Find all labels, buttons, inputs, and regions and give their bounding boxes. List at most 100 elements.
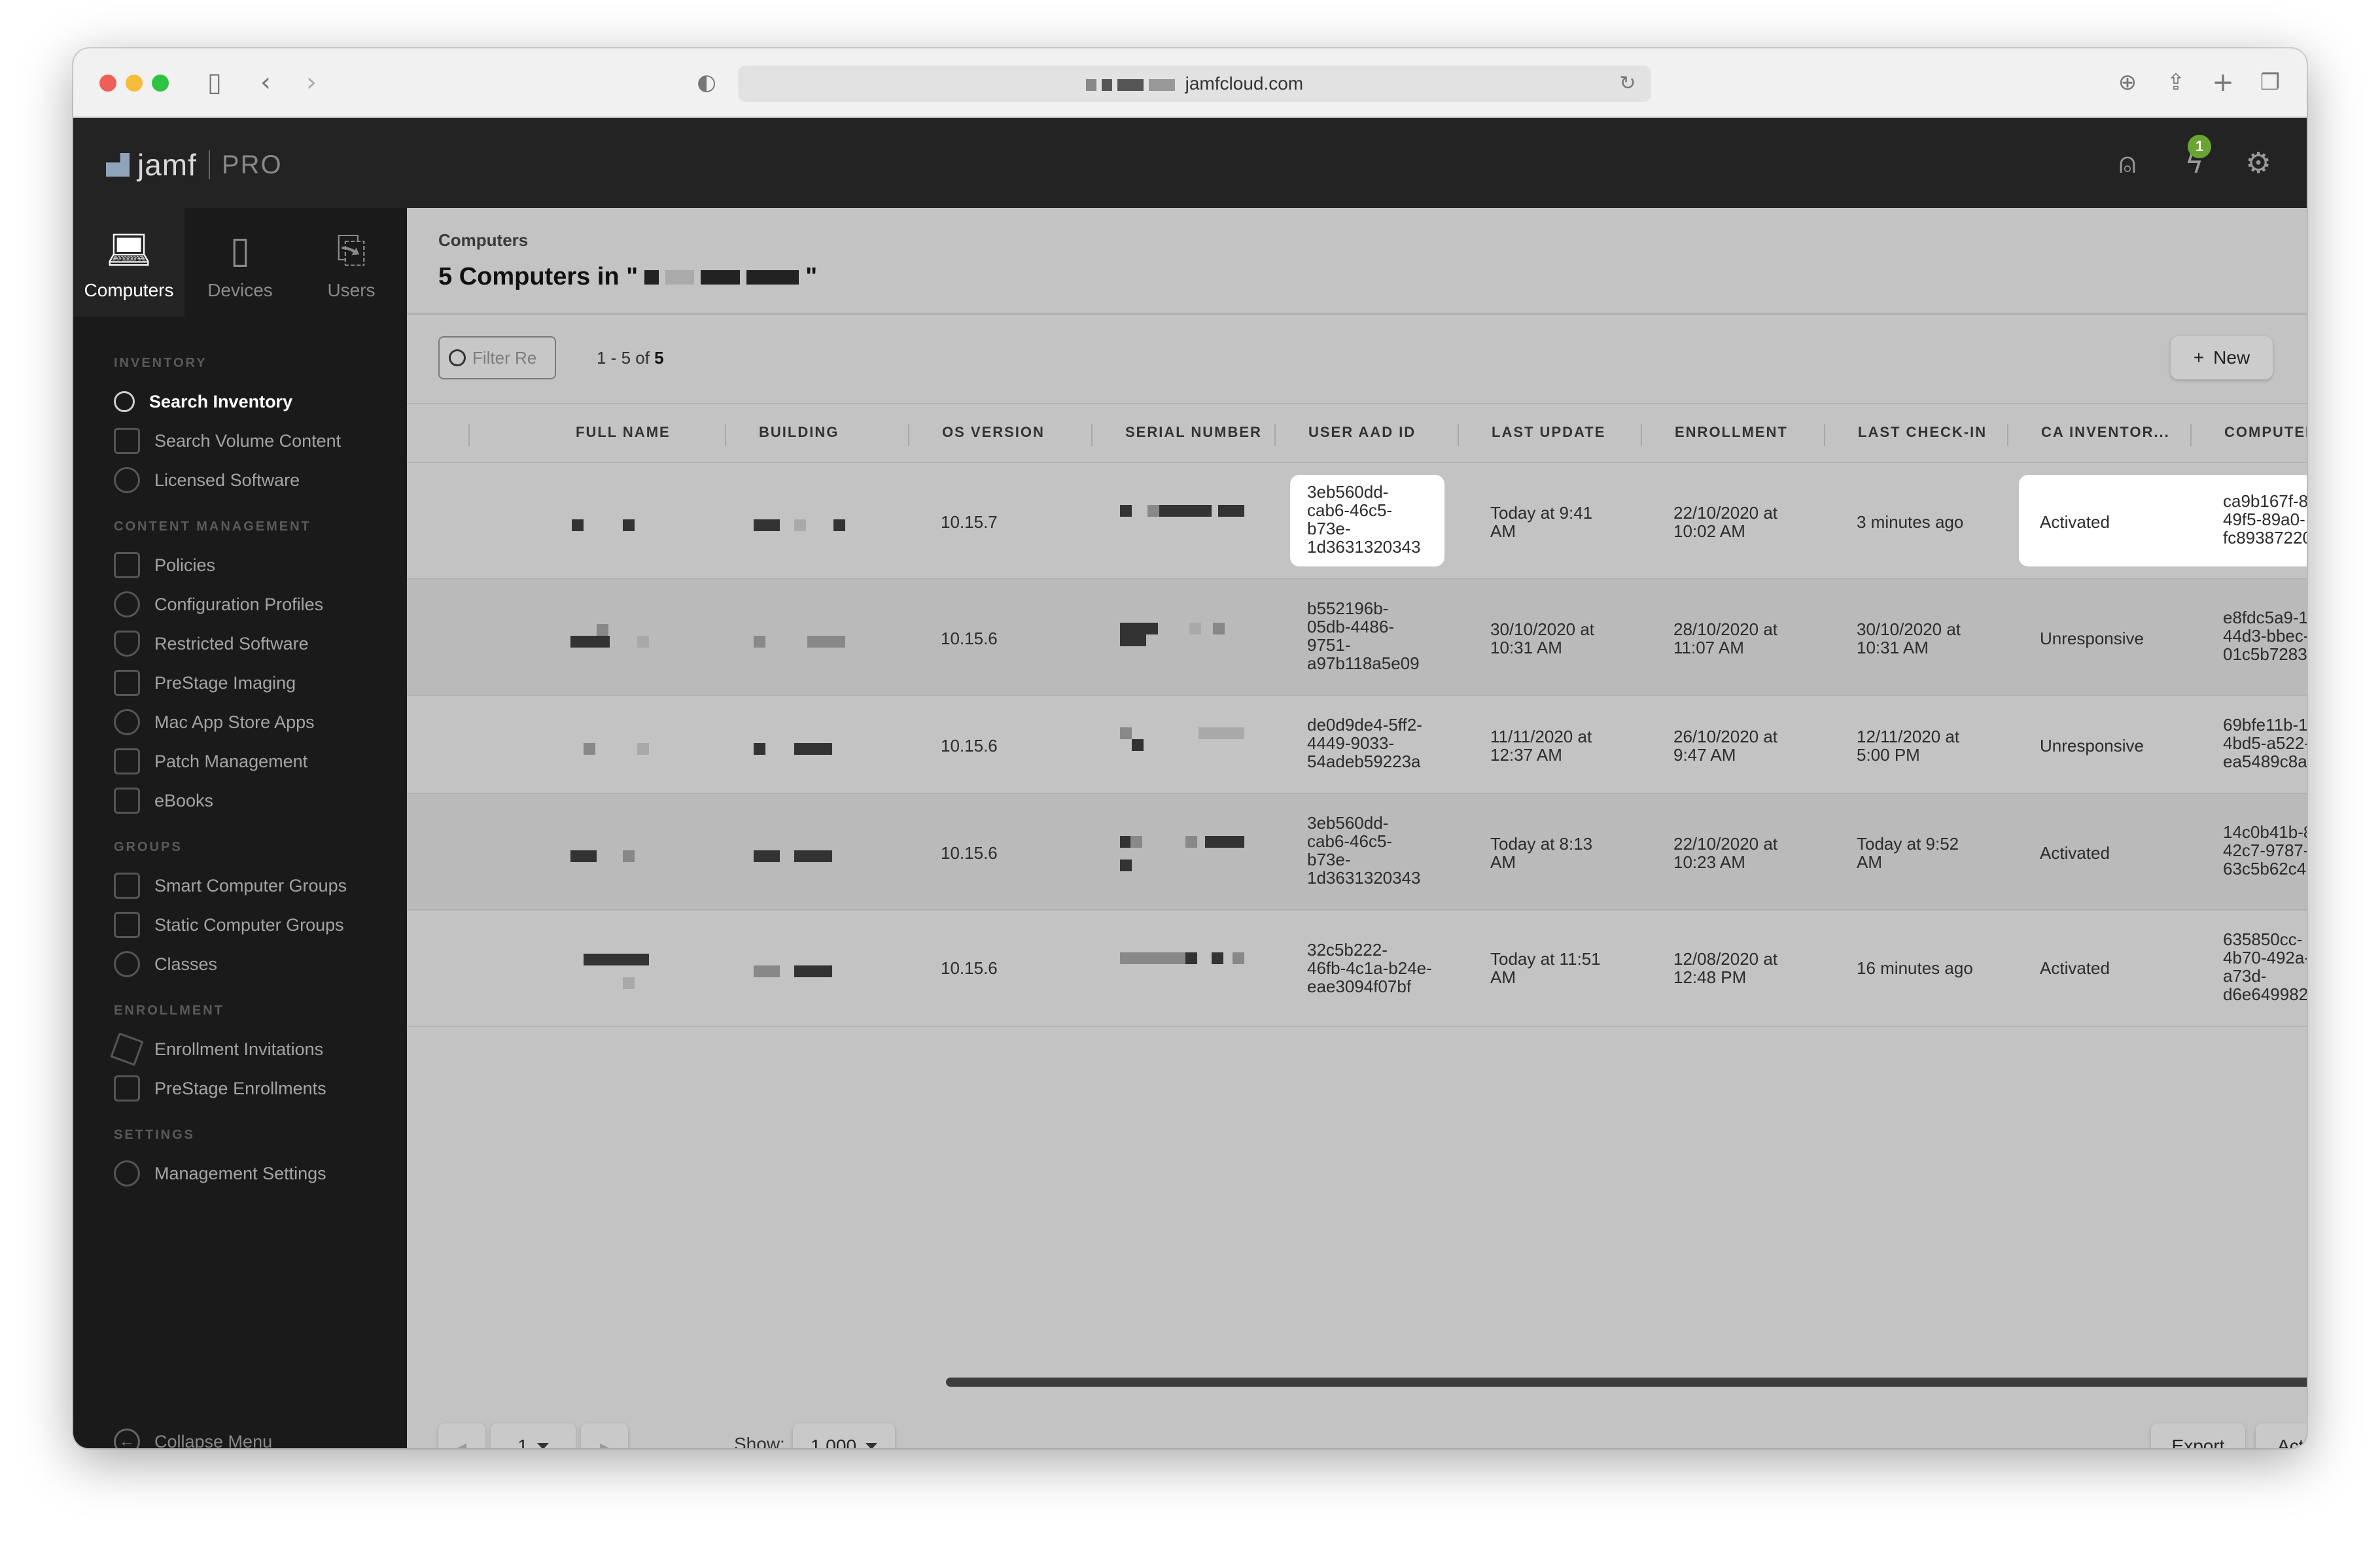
tab-computers[interactable]: 💻︎ Computers xyxy=(73,208,184,317)
next-page-button[interactable]: ▸ xyxy=(581,1423,628,1448)
jamf-logo[interactable]: jamf PRO xyxy=(106,147,283,183)
column-header-building[interactable]: BUILDING xyxy=(759,424,839,441)
sidebar-item-patch-management[interactable]: Patch Management xyxy=(114,743,307,780)
collapse-menu-label: Collapse Menu xyxy=(154,1431,273,1449)
page-select[interactable]: 1 xyxy=(491,1423,576,1448)
column-header-full-name[interactable]: FULL NAME xyxy=(576,424,671,441)
enrollment-cell: 12/08/2020 at 12:48 PM xyxy=(1673,949,1778,987)
sidebar-item-policies[interactable]: Policies xyxy=(114,547,215,583)
sidebar-item-restricted-software[interactable]: Restricted Software xyxy=(114,625,309,662)
tab-users[interactable]: ⎘ Users xyxy=(296,208,407,317)
user-account-icon[interactable]: ⍝ xyxy=(2108,144,2147,183)
column-header-enrollment[interactable]: ENROLLMENT xyxy=(1675,424,1788,441)
computer-aad-cell: ca9b167f-805c- 49f5-89a0- fc8938722060 xyxy=(2223,491,2307,547)
user-aad-id-cell: 3eb560dd- cab6-46c5- b73e- 1d3631320343 xyxy=(1307,813,1421,888)
column-header-ca-inventory[interactable]: CA INVENTOR... xyxy=(2041,424,2170,441)
user-aad-id-cell: 3eb560dd- cab6-46c5- b73e- 1d3631320343 xyxy=(1307,482,1421,557)
address-bar[interactable]: jamfcloud.com ↻ xyxy=(738,65,1651,102)
logo-divider xyxy=(208,150,210,179)
sidebar-item-label: Patch Management xyxy=(154,751,308,771)
sidebar-item-classes[interactable]: Classes xyxy=(114,946,217,982)
table-row[interactable]: 10.15.6 de0d9de4-5ff2- 4449-9033- 54adeb… xyxy=(407,696,2307,794)
table-row[interactable]: 10.15.6 32c5b222- 46fb-4c1a-b24e- eae309… xyxy=(407,911,2307,1027)
download-icon[interactable]: ⊕ xyxy=(2108,63,2147,102)
sidebar-item-label: Management Settings xyxy=(154,1163,326,1183)
export-button[interactable]: Export xyxy=(2151,1423,2245,1448)
collapse-menu-button[interactable]: ← Collapse Menu xyxy=(114,1429,272,1448)
horizontal-scrollbar[interactable] xyxy=(946,1378,2307,1387)
minimize-window-button[interactable] xyxy=(126,75,143,92)
forward-icon[interactable]: › xyxy=(292,63,331,102)
tab-devices[interactable]: ▯ Devices xyxy=(184,208,296,317)
column-resize-handle[interactable] xyxy=(1274,424,1276,446)
column-resize-handle[interactable] xyxy=(1458,424,1459,446)
column-resize-handle[interactable] xyxy=(908,424,909,446)
column-resize-handle[interactable] xyxy=(725,424,726,446)
page-title: 5 Computers in " " xyxy=(438,263,817,291)
table-row[interactable]: 10.15.7 3eb560dd- cab6-46c5- b73e- 1d363… xyxy=(407,463,2307,580)
sidebar-item-management-settings[interactable]: Management Settings xyxy=(114,1155,326,1192)
action-button[interactable]: Action xyxy=(2256,1423,2307,1448)
column-header-computer-aad[interactable]: COMPUTER AA... xyxy=(2224,424,2307,441)
arrow-left-circle-icon: ← xyxy=(114,1429,140,1448)
sidebar-item-licensed-software[interactable]: Licensed Software xyxy=(114,462,300,498)
share-icon[interactable]: ⇪ xyxy=(2156,63,2196,102)
column-header-last-check-in[interactable]: LAST CHECK-IN xyxy=(1858,424,1987,441)
sidebar-item-ebooks[interactable]: eBooks xyxy=(114,782,213,819)
sidebar-item-static-computer-groups[interactable]: Static Computer Groups xyxy=(114,907,344,943)
column-resize-handle[interactable] xyxy=(1824,424,1825,446)
column-resize-handle[interactable] xyxy=(2190,424,2192,446)
user-aad-id-cell: de0d9de4-5ff2- 4449-9033- 54adeb59223a xyxy=(1307,715,1422,771)
sidebar-item-enrollment-invitations[interactable]: Enrollment Invitations xyxy=(110,1031,323,1068)
redacted-serial xyxy=(1120,859,1132,871)
redacted-text xyxy=(746,269,799,285)
column-header-serial-number[interactable]: SERIAL NUMBER xyxy=(1125,424,1262,441)
filter-input[interactable]: Filter Re xyxy=(438,336,556,379)
page-title-suffix: " xyxy=(805,263,818,290)
last-check-in-cell: 16 minutes ago xyxy=(1857,958,1973,978)
column-header-user-aad-id[interactable]: USER AAD ID xyxy=(1308,424,1416,441)
column-resize-handle[interactable] xyxy=(468,424,470,446)
sidebar-item-label: Restricted Software xyxy=(154,633,309,653)
new-button[interactable]: + New xyxy=(2171,336,2273,379)
classes-icon xyxy=(114,951,140,977)
sidebar-item-configuration-profiles[interactable]: Configuration Profiles xyxy=(114,586,323,623)
chevron-right-icon: ▸ xyxy=(599,1436,610,1449)
tabs-icon[interactable]: ❐ xyxy=(2250,63,2290,102)
settings-gear-icon[interactable]: ⚙ xyxy=(2239,144,2278,183)
chevron-left-icon: ◂ xyxy=(457,1436,467,1449)
table-row[interactable]: 10.15.6 b552196b- 05db-4486- 9751- a97b1… xyxy=(407,580,2307,696)
sidebar-item-smart-computer-groups[interactable]: Smart Computer Groups xyxy=(114,867,347,904)
redacted-serial xyxy=(1185,836,1197,848)
column-resize-handle[interactable] xyxy=(1091,424,1093,446)
sidebar-item-prestage-enrollments[interactable]: PreStage Enrollments xyxy=(114,1070,326,1107)
browser-toolbar: ▯ ‹ › ◐ jamfcloud.com ↻ ⊕ ⇪ + ❐ xyxy=(73,48,2307,118)
previous-page-button[interactable]: ◂ xyxy=(438,1423,485,1448)
plus-icon[interactable]: + xyxy=(2203,63,2243,102)
sidebar-item-search-inventory[interactable]: Search Inventory xyxy=(114,383,292,420)
column-resize-handle[interactable] xyxy=(1641,424,1642,446)
sidebar-icon[interactable]: ▯ xyxy=(195,63,234,102)
zoom-window-button[interactable] xyxy=(152,75,169,92)
column-header-last-update[interactable]: LAST UPDATE xyxy=(1492,424,1605,441)
redacted-serial xyxy=(1159,505,1212,517)
column-header-os-version[interactable]: OS VERSION xyxy=(942,424,1045,441)
sidebar-item-prestage-imaging[interactable]: PreStage Imaging xyxy=(114,665,296,701)
table-row[interactable]: 10.15.6 3eb560dd- cab6-46c5- b73e- 1d363… xyxy=(407,794,2307,911)
redacted-serial xyxy=(1146,623,1158,634)
sidebar-item-search-volume-content[interactable]: Search Volume Content xyxy=(114,423,341,459)
page-size-select[interactable]: 1,000 xyxy=(793,1423,895,1448)
redacted-building xyxy=(833,519,845,531)
back-icon[interactable]: ‹ xyxy=(246,63,285,102)
volume-content-icon xyxy=(114,428,140,454)
enrollment-cell: 28/10/2020 at 11:07 AM xyxy=(1673,619,1778,657)
shield-icon[interactable]: ◐ xyxy=(687,63,726,102)
reload-icon[interactable]: ↻ xyxy=(1608,64,1647,103)
last-check-in-cell: 3 minutes ago xyxy=(1857,512,1964,532)
column-resize-handle[interactable] xyxy=(2007,424,2008,446)
sidebar-item-label: Mac App Store Apps xyxy=(154,712,315,732)
sidebar-item-mac-app-store-apps[interactable]: Mac App Store Apps xyxy=(114,704,315,740)
restricted-shield-icon xyxy=(114,631,140,657)
close-window-button[interactable] xyxy=(99,75,116,92)
breadcrumb[interactable]: Computers xyxy=(438,230,528,251)
